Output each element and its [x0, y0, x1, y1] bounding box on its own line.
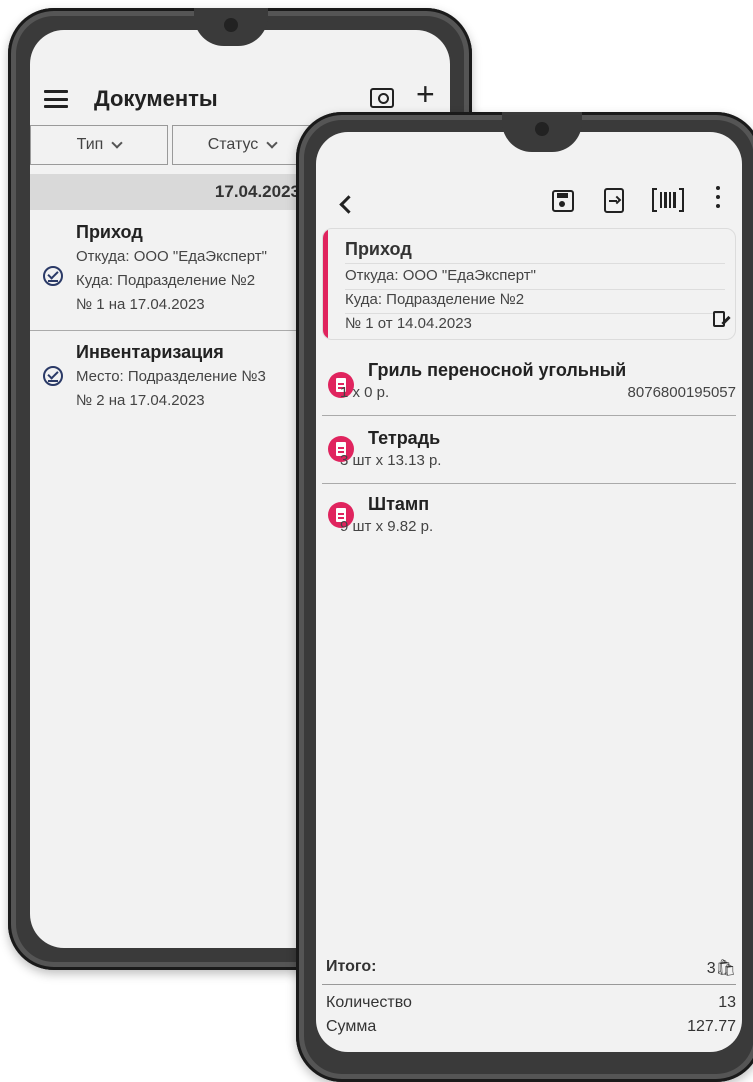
position-qty-price: 9 шт x 9.82 р.: [340, 518, 434, 535]
document-title: Инвентаризация: [76, 342, 224, 362]
position-qty-price: 3 шт x 13.13 р.: [340, 452, 442, 469]
chevron-down-icon: [266, 137, 278, 149]
totals-title: Итого:: [326, 958, 377, 975]
totals-count: 3🛍: [706, 960, 736, 977]
filter-status-button[interactable]: Статус: [172, 125, 312, 165]
document-line: Куда: Подразделение №2: [76, 272, 256, 289]
document-number: № 1 от 14.04.2023: [345, 315, 472, 332]
document-title: Приход: [76, 222, 143, 242]
filter-type-label: Тип: [76, 136, 104, 153]
position-name: Гриль переносной угольный: [368, 360, 627, 380]
menu-icon[interactable]: [44, 90, 68, 108]
document-toolbar: [316, 172, 742, 228]
divider: [322, 483, 736, 484]
document-to: Куда: Подразделение №2: [345, 291, 525, 308]
divider: [345, 263, 725, 264]
divider: [322, 415, 736, 416]
more-vertical-icon[interactable]: [716, 186, 720, 214]
export-icon[interactable]: [604, 188, 624, 213]
position-item[interactable]: Гриль переносной угольный 1 x 0 р. 80768…: [316, 358, 742, 410]
camera: [224, 18, 238, 32]
add-document-button[interactable]: +: [416, 78, 435, 110]
back-chevron-icon[interactable]: [339, 195, 358, 214]
save-icon[interactable]: [552, 190, 574, 212]
totals-row-value: 127.77: [687, 1018, 736, 1035]
divider: [345, 289, 725, 290]
edit-document-icon[interactable]: [713, 311, 725, 327]
document-line: Место: Подразделение №3: [76, 368, 266, 385]
document-line: № 1 на 17.04.2023: [76, 296, 205, 313]
document-detail-screen: Приход Откуда: ООО "ЕдаЭксперт" Куда: По…: [316, 132, 742, 1052]
divider: [322, 984, 736, 985]
document-line: Откуда: ООО "ЕдаЭксперт": [76, 248, 267, 265]
check-circle-icon: [43, 366, 63, 386]
accent-stripe: [323, 229, 328, 339]
position-item[interactable]: Тетрадь 3 шт x 13.13 р.: [316, 428, 742, 480]
document-from: Откуда: ООО "ЕдаЭксперт": [345, 267, 536, 284]
camera: [535, 122, 549, 136]
position-qty-price: 1 x 0 р.: [340, 384, 390, 401]
position-barcode: 8076800195057: [627, 384, 736, 401]
notch: [502, 112, 582, 152]
totals-row-value: 13: [718, 994, 736, 1011]
page-title: Документы: [94, 86, 218, 111]
filter-status-label: Статус: [207, 136, 259, 153]
filter-type-button[interactable]: Тип: [30, 125, 168, 165]
search-icon[interactable]: [370, 88, 394, 108]
position-name: Штамп: [368, 494, 430, 514]
totals-row-label: Количество: [326, 994, 412, 1011]
divider: [345, 313, 725, 314]
barcode-scan-icon[interactable]: [652, 188, 684, 212]
totals-row-label: Сумма: [326, 1018, 377, 1035]
date-group-label: 17.04.2023: [214, 182, 300, 201]
phone-document-detail: Приход Откуда: ООО "ЕдаЭксперт" Куда: По…: [296, 112, 753, 1082]
document-header-card[interactable]: Приход Откуда: ООО "ЕдаЭксперт" Куда: По…: [322, 228, 736, 340]
check-circle-icon: [43, 266, 63, 286]
document-type-title: Приход: [345, 239, 412, 259]
position-item[interactable]: Штамп 9 шт x 9.82 р.: [316, 494, 742, 546]
position-name: Тетрадь: [368, 428, 441, 448]
document-line: № 2 на 17.04.2023: [76, 392, 205, 409]
chevron-down-icon: [111, 137, 123, 149]
